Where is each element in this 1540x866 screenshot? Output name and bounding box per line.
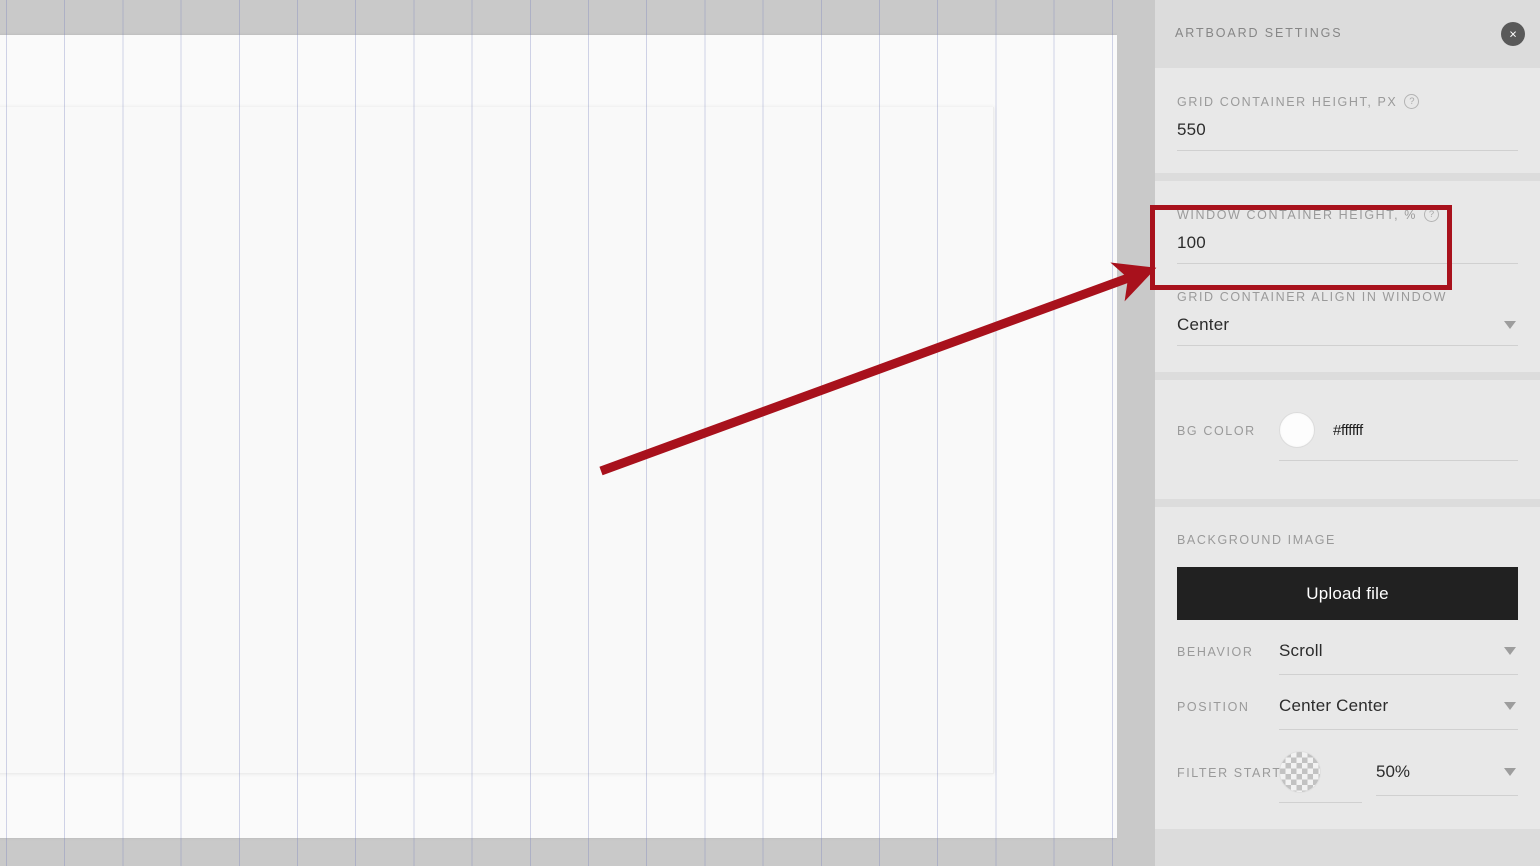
filter-start-label: FILTER START bbox=[1177, 765, 1282, 780]
field-bg-color: BG COLOR #ffffff bbox=[1155, 400, 1540, 461]
panel-header: ARTBOARD SETTINGS × bbox=[1155, 0, 1540, 68]
position-label: POSITION bbox=[1177, 699, 1250, 714]
background-image-section-label: BACKGROUND IMAGE bbox=[1177, 533, 1336, 547]
chevron-down-icon bbox=[1504, 702, 1516, 710]
field-position: POSITION Center Center bbox=[1155, 683, 1540, 730]
artboard-settings-panel: ARTBOARD SETTINGS × GRID CONTAINER HEIGH… bbox=[1155, 0, 1540, 866]
filter-start-swatch-control bbox=[1279, 742, 1362, 803]
card-bg-color: BG COLOR #ffffff bbox=[1155, 380, 1540, 499]
help-circle-icon[interactable]: ? bbox=[1423, 207, 1439, 222]
position-value: Center Center bbox=[1279, 696, 1389, 715]
grid-container-height-input[interactable]: 550 bbox=[1177, 109, 1518, 151]
field-grid-container-height: GRID CONTAINER HEIGHT, PX ? 550 bbox=[1155, 68, 1540, 173]
upload-file-button[interactable]: Upload file bbox=[1177, 567, 1518, 620]
close-glyph: × bbox=[1509, 26, 1517, 41]
behavior-label: BEHAVIOR bbox=[1177, 644, 1254, 659]
chevron-down-icon bbox=[1504, 768, 1516, 776]
card-background-image: BACKGROUND IMAGE Upload file BEHAVIOR Sc… bbox=[1155, 507, 1540, 829]
card-window-container: WINDOW CONTAINER HEIGHT, % ? 100 GRID CO… bbox=[1155, 181, 1540, 372]
page-title: ARTBOARD SETTINGS bbox=[1175, 26, 1343, 40]
bg-color-hex-value[interactable]: #ffffff bbox=[1333, 422, 1363, 439]
workspace-right-margin bbox=[1117, 0, 1155, 866]
window-container-height-input[interactable]: 100 bbox=[1177, 222, 1518, 264]
chevron-down-icon bbox=[1504, 321, 1516, 329]
behavior-select[interactable]: Scroll bbox=[1279, 628, 1518, 675]
bg-color-label: BG COLOR bbox=[1177, 423, 1256, 438]
filter-start-swatch[interactable] bbox=[1279, 751, 1321, 793]
grid-container-align-value: Center bbox=[1177, 315, 1230, 334]
grid-container-height-label: GRID CONTAINER HEIGHT, PX ? bbox=[1177, 68, 1518, 109]
help-circle-icon[interactable]: ? bbox=[1404, 94, 1420, 109]
bg-color-control: #ffffff bbox=[1279, 400, 1518, 461]
artboard-canvas-area[interactable] bbox=[0, 0, 1155, 866]
bg-color-swatch[interactable] bbox=[1279, 412, 1315, 448]
field-filter-start: FILTER START 50% bbox=[1155, 742, 1540, 803]
window-container-height-label: WINDOW CONTAINER HEIGHT, % ? bbox=[1177, 181, 1518, 222]
grid-container-height-label-text: GRID CONTAINER HEIGHT, PX bbox=[1177, 94, 1398, 109]
field-behavior: BEHAVIOR Scroll bbox=[1155, 628, 1540, 675]
close-icon[interactable]: × bbox=[1501, 22, 1525, 46]
position-select[interactable]: Center Center bbox=[1279, 683, 1518, 730]
filter-start-opacity-select[interactable]: 50% bbox=[1376, 749, 1518, 796]
field-grid-container-align: GRID CONTAINER ALIGN IN WINDOW Center bbox=[1155, 264, 1540, 372]
grid-container-align-select[interactable]: Center bbox=[1177, 304, 1518, 346]
field-window-container-height: WINDOW CONTAINER HEIGHT, % ? 100 bbox=[1155, 181, 1540, 264]
behavior-value: Scroll bbox=[1279, 641, 1323, 660]
grid-container-align-label: GRID CONTAINER ALIGN IN WINDOW bbox=[1177, 290, 1447, 304]
artboard-grid-container[interactable] bbox=[0, 107, 994, 774]
chevron-down-icon bbox=[1504, 647, 1516, 655]
card-grid-container-height: GRID CONTAINER HEIGHT, PX ? 550 bbox=[1155, 68, 1540, 173]
filter-start-opacity-value: 50% bbox=[1376, 762, 1411, 781]
window-container-height-label-text: WINDOW CONTAINER HEIGHT, % bbox=[1177, 207, 1417, 222]
